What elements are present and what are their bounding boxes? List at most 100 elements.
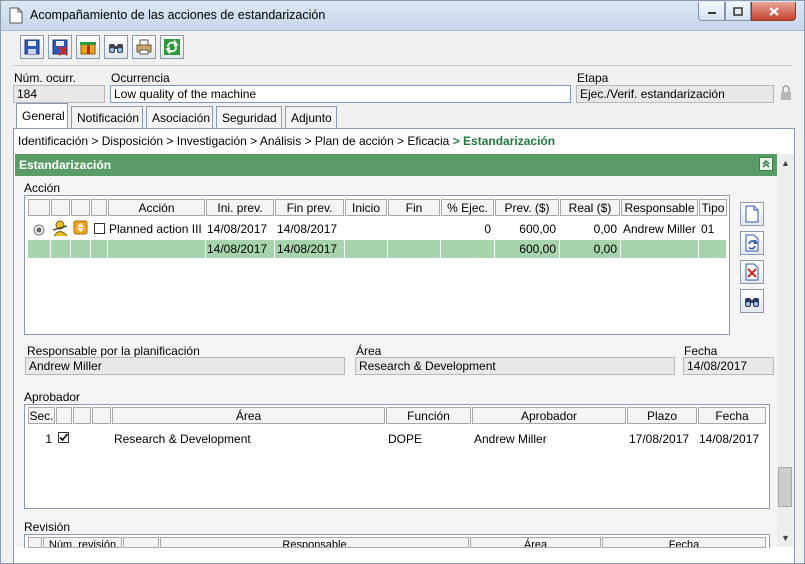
breadcrumb-separator: > — [396, 134, 408, 148]
col-header-plazo[interactable]: Plazo — [627, 407, 697, 424]
ocurrencia-label: Ocurrencia — [111, 71, 170, 85]
total-cell — [91, 240, 108, 258]
breadcrumb-separator: > — [166, 134, 177, 148]
search-button[interactable] — [104, 35, 128, 59]
ocurrencia-field[interactable]: Low quality of the machine — [110, 85, 571, 103]
refresh-button[interactable] — [160, 35, 184, 59]
binoculars-icon — [745, 298, 759, 307]
tab-adjunto[interactable]: Adjunto — [285, 106, 337, 129]
save-button[interactable] — [20, 35, 44, 59]
edit-action-button[interactable] — [740, 231, 764, 255]
save-close-icon — [52, 39, 68, 56]
cell-plazo: 17/08/2017 — [629, 432, 690, 446]
scroll-down-icon[interactable]: ▼ — [781, 533, 790, 543]
row-checkbox[interactable] — [94, 223, 105, 234]
col-header-funcion[interactable]: Función — [386, 407, 471, 424]
new-document-icon — [745, 205, 759, 223]
binoculars-icon — [109, 44, 123, 53]
tab-seguridad[interactable]: Seguridad — [216, 106, 282, 129]
cell-ini-prev: 14/08/2017 — [207, 222, 268, 236]
breadcrumb-separator: > — [304, 134, 315, 148]
new-action-button[interactable] — [740, 202, 764, 226]
col-header-area[interactable]: Área — [470, 537, 601, 548]
col-header-real[interactable]: Real ($) — [560, 199, 620, 216]
col-header-aprobador[interactable]: Aprobador — [472, 407, 626, 424]
tab-asociacion[interactable]: Asociación — [146, 106, 213, 129]
col-header-blank — [28, 537, 42, 548]
maximize-button[interactable] — [725, 2, 751, 21]
col-header-blank — [71, 199, 90, 216]
scroll-thumb[interactable] — [778, 467, 792, 507]
cell-tipo: 01 — [701, 222, 715, 236]
area-field: Research & Development — [355, 357, 675, 375]
breadcrumb-item-investigacion[interactable]: Investigación — [177, 134, 247, 148]
col-header-prev[interactable]: Prev. ($) — [495, 199, 559, 216]
refresh-document-icon — [745, 234, 759, 252]
col-header-fecha[interactable]: Fecha — [698, 407, 766, 424]
col-header-blank — [73, 407, 91, 424]
person-action-icon — [52, 220, 68, 237]
col-header-fin-prev[interactable]: Fin prev. — [275, 199, 344, 216]
total-real: 0,00 — [560, 240, 621, 258]
col-header-area[interactable]: Área — [112, 407, 385, 424]
cell-ejec: 0 — [484, 222, 491, 236]
etapa-label: Etapa — [577, 71, 609, 85]
col-header-ini-prev[interactable]: Ini. prev. — [206, 199, 274, 216]
cell-fecha: 14/08/2017 — [699, 432, 760, 446]
tab-notificacion[interactable]: Notificación — [71, 106, 143, 129]
breadcrumb-item-eficacia[interactable]: Eficacia — [407, 134, 449, 148]
cell-fin — [388, 220, 440, 238]
save-icon — [24, 39, 40, 55]
breadcrumb-item-analisis[interactable]: Análisis — [260, 134, 301, 148]
breadcrumb-separator: > — [91, 134, 102, 148]
gift-button[interactable] — [76, 35, 100, 59]
minimize-button[interactable] — [698, 2, 725, 21]
breadcrumb-separator: > — [250, 134, 260, 148]
total-cell — [699, 240, 727, 258]
delete-action-button[interactable] — [740, 260, 764, 284]
minimize-icon — [707, 12, 716, 14]
col-header-num-revision[interactable]: Núm. revisión — [43, 537, 122, 548]
col-header-tipo[interactable]: Tipo — [699, 199, 727, 216]
breadcrumb-item-plan-de-accion[interactable]: Plan de acción — [315, 134, 394, 148]
col-header-fecha[interactable]: Fecha — [602, 537, 766, 548]
col-header-blank — [51, 199, 70, 216]
radio-button[interactable] — [33, 224, 45, 236]
approved-checkbox[interactable] — [58, 432, 69, 443]
total-cell — [28, 240, 51, 258]
col-header-inicio[interactable]: Inicio — [345, 199, 387, 216]
maximize-icon — [733, 6, 743, 16]
lock-icon[interactable] — [779, 85, 793, 101]
close-button[interactable] — [751, 2, 796, 21]
scroll-up-icon[interactable]: ▲ — [781, 158, 790, 168]
total-prev: 600,00 — [495, 240, 560, 258]
col-header-responsable[interactable]: Responsable — [621, 199, 698, 216]
etapa-field: Ejec./Verif. estandarización — [576, 85, 774, 103]
save-close-button[interactable] — [48, 35, 72, 59]
cell-funcion: DOPE — [388, 432, 423, 446]
total-cell — [388, 240, 441, 258]
toolbar-separator — [13, 65, 793, 66]
breadcrumb-item-disposicion[interactable]: Disposición — [102, 134, 163, 148]
aprobador-label: Aprobador — [24, 390, 81, 404]
col-header-ejec[interactable]: % Ejec. — [441, 199, 494, 216]
print-button[interactable] — [132, 35, 156, 59]
tab-general[interactable]: General — [16, 103, 68, 129]
col-header-blank — [123, 537, 159, 548]
col-header-sec[interactable]: Sec. — [28, 407, 55, 424]
window-title: Acompañamiento de las acciones de estand… — [30, 8, 326, 22]
col-header-responsable[interactable]: Responsable — [160, 537, 469, 548]
main-window: Acompañamiento de las acciones de estand… — [0, 0, 805, 564]
title-bar: Acompañamiento de las acciones de estand… — [1, 1, 804, 31]
col-header-fin[interactable]: Fin — [388, 199, 440, 216]
responsable-planificacion-label: Responsable por la planificación — [27, 344, 200, 358]
view-action-button[interactable] — [740, 289, 764, 313]
cell-sec: 1 — [45, 432, 52, 446]
cell-real: 0,00 — [593, 222, 617, 236]
num-ocurr-label: Núm. ocurr. — [14, 71, 77, 85]
check-icon — [59, 433, 69, 442]
breadcrumb-item-identificacion[interactable]: Identificación — [18, 134, 88, 148]
col-header-accion[interactable]: Acción — [108, 199, 205, 216]
total-fin-prev: 14/08/2017 — [275, 240, 345, 258]
collapse-button[interactable] — [759, 157, 773, 171]
